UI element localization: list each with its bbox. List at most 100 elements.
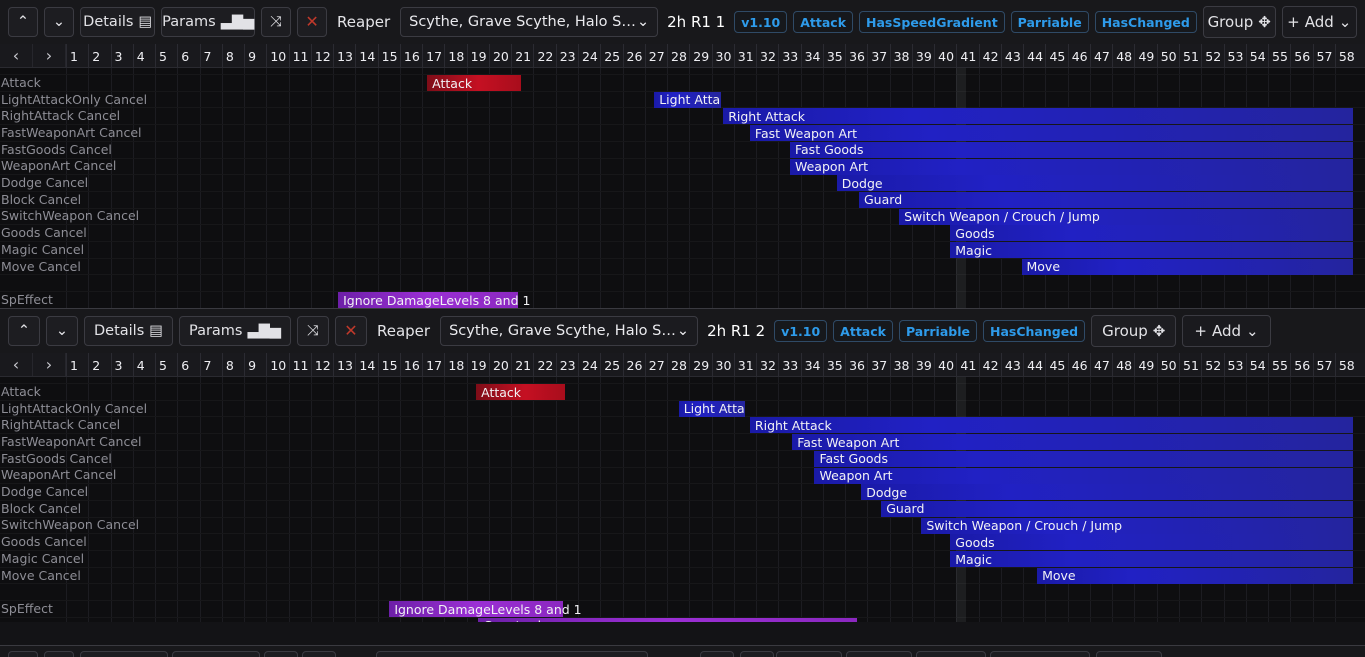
timeline-bar[interactable]: Fast Weapon Art (749, 125, 1354, 142)
next-panel-toolbar-partial[interactable] (0, 645, 1365, 657)
move-down-button[interactable]: ⌄ (44, 7, 74, 37)
ruler-tick: 57 (1312, 44, 1332, 67)
scroll-left-button[interactable]: ‹ (0, 44, 33, 67)
tag-parriable[interactable]: Parriable (898, 320, 977, 342)
timeline-bar-label: Weapon Art (794, 159, 869, 174)
ruler-tick: 17 (422, 353, 442, 376)
timeline-bar[interactable]: Attack (427, 75, 521, 91)
move-down-button[interactable]: ⌄ (46, 316, 78, 346)
group-button[interactable]: Group ✥ (1202, 6, 1276, 38)
collapse-button[interactable]: ⤨ (296, 316, 329, 346)
collapse-button[interactable]: ⤨ (261, 7, 292, 37)
timeline-ruler: ‹ › 1 2 3 4 5 6 7 8 9 10 11 12 13 14 15 16 17 18 19 20 21 22 23 2… (0, 44, 1365, 68)
ruler-tick: 23 (555, 353, 576, 376)
next-panel-control-0[interactable] (8, 651, 38, 657)
timeline-bar[interactable]: Magic (950, 551, 1354, 567)
next-panel-control-7[interactable] (700, 651, 734, 657)
weapon-list-dropdown[interactable]: Scythe, Grave Scythe, Halo Scyt... ⌄ (440, 316, 699, 346)
move-up-button[interactable]: ⌃ (8, 316, 40, 346)
timeline-bar[interactable]: Switch Weapon / Crouch / Jump (921, 517, 1354, 534)
timeline-bar[interactable]: Right Attack (723, 108, 1354, 125)
weapon-list-dropdown[interactable]: Scythe, Grave Scythe, Halo Scyt... ⌄ (400, 7, 659, 37)
add-button[interactable]: + Add ⌄ (1182, 315, 1271, 347)
row-label-rightattack-cancel: RightAttack Cancel (1, 108, 121, 124)
tag-attack[interactable]: Attack (833, 320, 893, 342)
animation-timeline-app: ⌃ ⌄ Details ▤ Params ▃▇▅ ⤨ ✕ Reaper Scythe, Grave… (0, 0, 1365, 657)
timeline-bar[interactable]: Weapon Art (789, 158, 1354, 175)
ruler-tick: 39 (911, 353, 932, 376)
params-button[interactable]: Params ▃▇▅ (178, 316, 291, 346)
next-panel-control-10[interactable] (846, 651, 912, 657)
tag-v1-10[interactable]: v1.10 (774, 320, 828, 342)
timeline-bar[interactable]: Fast Goods (789, 141, 1354, 158)
ruler-tick: 2 (88, 44, 100, 67)
next-panel-control-12[interactable] (990, 651, 1090, 657)
next-panel-control-4[interactable] (264, 651, 298, 657)
timeline-bar[interactable]: Magic (950, 242, 1354, 258)
next-panel-control-8[interactable] (740, 651, 774, 657)
timeline-bar[interactable]: Ignore DamageLevels 8 and 1 (389, 601, 582, 618)
timeline-bar[interactable]: Move (1037, 567, 1354, 584)
next-panel-control-3[interactable] (172, 651, 260, 657)
timeline-bar[interactable]: Attack (476, 384, 566, 400)
close-panel-button[interactable]: ✕ (297, 7, 328, 37)
timeline-bar[interactable]: Ignore DamageLevels 8 and 1 (338, 292, 530, 308)
close-panel-button[interactable]: ✕ (334, 316, 367, 346)
timeline-bar[interactable]: Dodge (836, 175, 1354, 192)
ruler-tick: 52 (1201, 44, 1221, 67)
timeline-bar[interactable]: Light Atta... (678, 400, 746, 417)
next-panel-control-6[interactable] (376, 651, 648, 657)
timeline-bars: Attack Light Atta... Right AttackFast Weap… (0, 377, 1365, 622)
timeline-bar[interactable]: Goods (950, 534, 1354, 551)
timeline-bar[interactable]: Fast Weapon Art (792, 434, 1354, 451)
ruler-tick: 24 (577, 44, 598, 67)
params-button[interactable]: Params ▃▇▅ (161, 7, 256, 37)
timeline-bar[interactable]: Fast Goods (814, 450, 1354, 467)
timeline-bar[interactable]: Guard (859, 191, 1354, 208)
group-button[interactable]: Group ✥ (1091, 315, 1177, 347)
add-label: Add (1304, 12, 1334, 31)
row-label-magic-cancel: Magic Cancel (1, 550, 85, 566)
timeline-bar[interactable]: Light Atta... (654, 91, 721, 108)
timeline-bar-label: Goods (955, 534, 995, 550)
timeline-bar[interactable]: Guard (881, 500, 1354, 517)
details-button[interactable]: Details ▤ (80, 7, 156, 37)
panel-toolbar: ⌃ ⌄ Details ▤ Params ▃▇▅ ⤨ ✕ Reaper Scythe, Grave… (0, 0, 1365, 44)
row-label-fastgoods-cancel: FastGoods Cancel (1, 450, 112, 466)
next-panel-control-11[interactable] (916, 651, 986, 657)
timeline-bar[interactable]: Move (1021, 258, 1354, 275)
timeline-bar[interactable]: Counterdamage (478, 617, 857, 622)
details-button[interactable]: Details ▤ (84, 316, 173, 346)
move-up-button[interactable]: ⌃ (8, 7, 38, 37)
tag-v1-10[interactable]: v1.10 (734, 11, 788, 33)
scroll-right-button[interactable]: › (33, 353, 66, 376)
timeline-bar-label: Switch Weapon / Crouch / Jump (904, 209, 1100, 225)
scroll-right-button[interactable]: › (33, 44, 66, 67)
ruler-tick: 47 (1089, 44, 1110, 67)
next-panel-control-13[interactable] (1096, 651, 1162, 657)
ruler-tick: 24 (577, 353, 598, 376)
ruler-tick: 29 (689, 353, 709, 376)
add-button[interactable]: + Add ⌄ (1281, 6, 1357, 38)
timeline-bar[interactable]: Goods (950, 225, 1354, 242)
chevron-down-icon: ⌄ (636, 14, 650, 30)
tag-haschanged[interactable]: HasChanged (983, 320, 1086, 342)
timeline-bar[interactable]: Dodge (861, 484, 1354, 501)
timeline-bar-label: Attack (481, 384, 522, 400)
timeline-bar[interactable]: Right Attack (749, 417, 1354, 434)
tag-haschanged[interactable]: HasChanged (1094, 11, 1197, 33)
next-panel-control-5[interactable] (302, 651, 336, 657)
next-panel-control-1[interactable] (44, 651, 74, 657)
ruler-tick: 35 (822, 44, 843, 67)
timeline-bar[interactable]: Weapon Art (814, 467, 1354, 484)
next-panel-control-9[interactable] (776, 651, 842, 657)
animation-name: 2h R1 2 (707, 322, 766, 340)
scroll-left-button[interactable]: ‹ (0, 353, 33, 376)
tag-hasspeedgradient[interactable]: HasSpeedGradient (859, 11, 1005, 33)
next-panel-control-2[interactable] (80, 651, 168, 657)
ruler-tick: 16 (399, 44, 420, 67)
tag-attack[interactable]: Attack (793, 11, 854, 33)
tag-parriable[interactable]: Parriable (1010, 11, 1089, 33)
timeline-bar[interactable]: Switch Weapon / Crouch / Jump (899, 208, 1354, 225)
ruler-tick: 8 (221, 44, 234, 67)
